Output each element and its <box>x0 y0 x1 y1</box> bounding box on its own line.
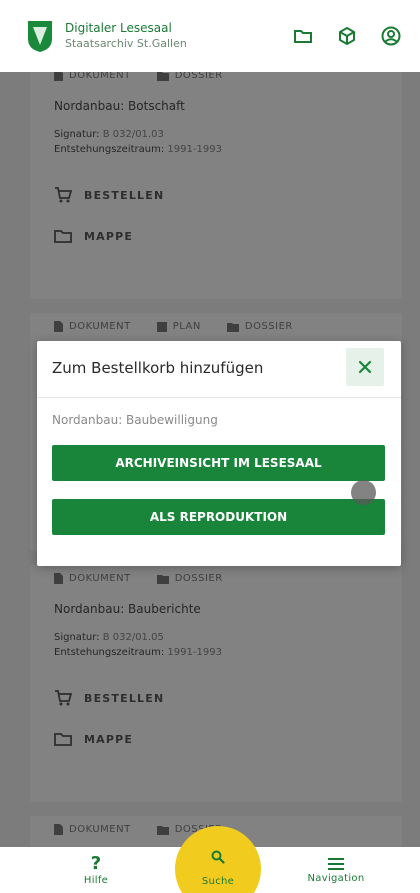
card-title[interactable]: Nordanbau: Bauberichte <box>54 602 378 616</box>
nav-navigation-label: Navigation <box>307 872 365 884</box>
order-button[interactable]: BESTELLEN <box>54 690 378 706</box>
folder-icon <box>54 230 72 243</box>
result-card[interactable]: DOKUMENT DOSSIER Nordanbau: Bauberichte … <box>30 565 402 802</box>
crumb-dossier: DOSSIER <box>156 72 223 81</box>
crumb-dossier: DOSSIER <box>226 321 293 332</box>
close-icon <box>358 360 372 374</box>
touch-indicator <box>351 480 376 505</box>
menu-icon <box>328 857 344 870</box>
app-subtitle: Staatsarchiv St.Gallen <box>65 37 187 50</box>
reading-room-button[interactable]: ARCHIVEINSICHT IM LESESAAL <box>52 445 385 481</box>
nav-help[interactable]: ? Hilfe <box>72 847 120 893</box>
dialog-title: Zum Bestellkorb hinzufügen <box>52 359 264 377</box>
app-header: Digitaler Lesesaal Staatsarchiv St.Galle… <box>0 0 420 72</box>
nav-help-label: Hilfe <box>83 874 109 886</box>
add-to-cart-dialog: Zum Bestellkorb hinzufügen Nordanbau: Ba… <box>37 341 401 566</box>
crumb-document: DOKUMENT <box>54 573 131 584</box>
card-title[interactable]: Nordanbau: Botschaft <box>54 99 378 113</box>
folder-icon[interactable] <box>292 25 314 47</box>
folder-button[interactable]: MAPPE <box>54 229 378 243</box>
card-zeitraum: Entstehungszeitraum: 1991-1993 <box>54 144 222 155</box>
user-circle-icon[interactable] <box>380 25 402 47</box>
crumb-document: DOKUMENT <box>54 824 131 835</box>
card-zeitraum: Entstehungszeitraum: 1991-1993 <box>54 647 222 658</box>
order-button[interactable]: BESTELLEN <box>54 187 378 203</box>
result-card[interactable]: DOKUMENT DOSSIER Nordanbau: Botschaft Si… <box>30 72 402 299</box>
card-signatur: Signatur: B 032/01.05 <box>54 632 164 643</box>
cube-icon[interactable] <box>336 25 358 47</box>
folder-button[interactable]: MAPPE <box>54 732 378 746</box>
folder-icon <box>54 733 72 746</box>
nav-search-label: Suche <box>201 876 235 887</box>
close-button[interactable] <box>346 348 384 386</box>
crumb-dossier: DOSSIER <box>156 573 223 584</box>
crumb-document: DOKUMENT <box>54 72 131 81</box>
card-signatur: Signatur: B 032/01.03 <box>54 129 164 140</box>
search-icon <box>211 850 225 864</box>
crumb-document: DOKUMENT <box>54 321 131 332</box>
help-icon: ? <box>90 852 102 874</box>
dialog-item-title: Nordanbau: Baubewilligung <box>52 413 218 427</box>
app-title: Digitaler Lesesaal <box>65 21 172 35</box>
cart-icon <box>55 187 72 203</box>
nav-navigation[interactable]: Navigation <box>293 847 379 893</box>
reproduction-button[interactable]: ALS REPRODUKTION <box>52 499 385 535</box>
crumb-plan: PLAN <box>156 321 201 332</box>
dialog-divider <box>37 397 401 398</box>
logo-icon[interactable] <box>26 19 54 53</box>
cart-icon <box>55 690 72 706</box>
